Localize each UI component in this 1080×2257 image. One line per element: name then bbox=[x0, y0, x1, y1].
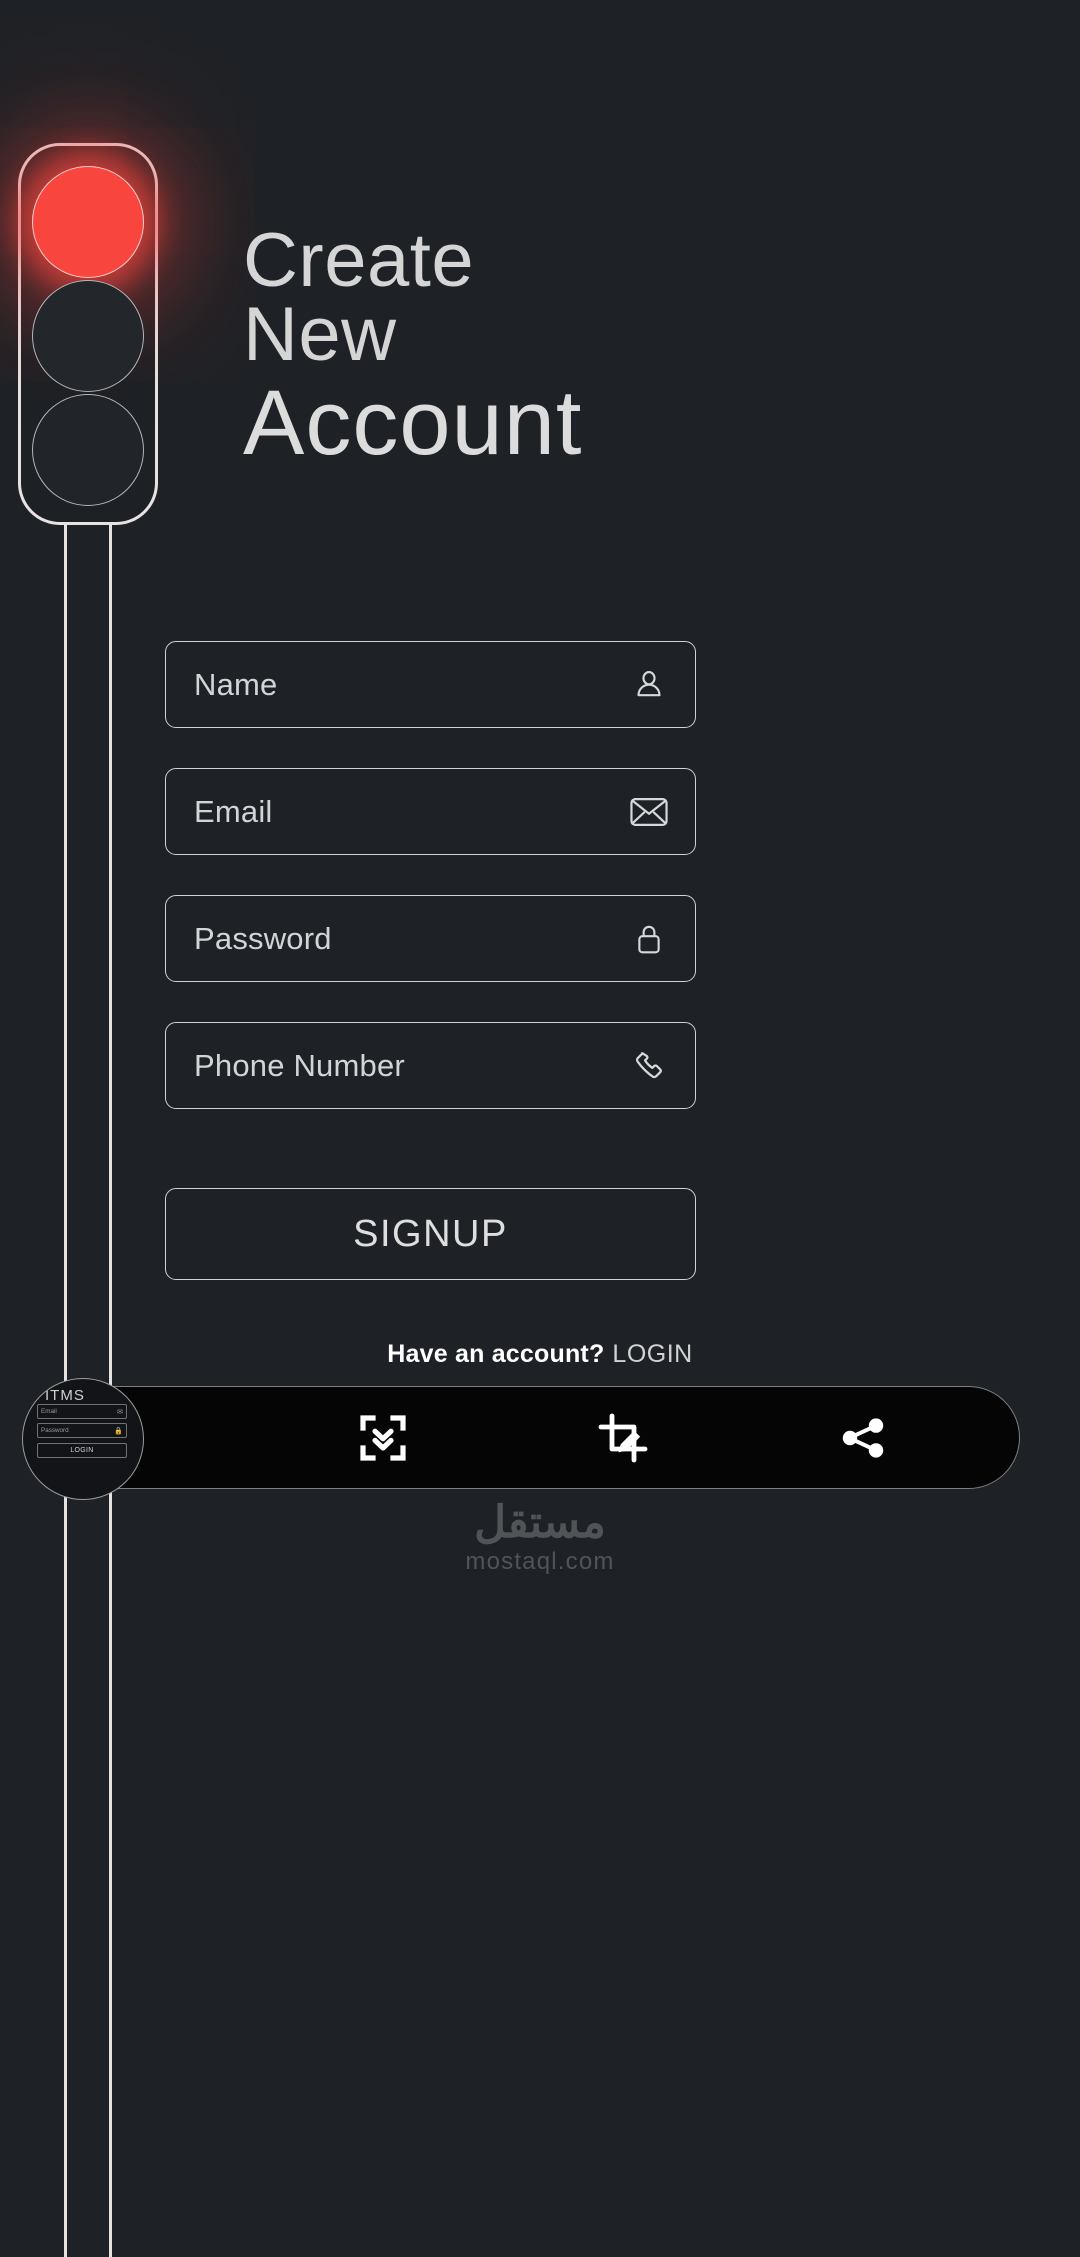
watermark-arabic-text: مستقل bbox=[474, 1498, 606, 1547]
page-title-line-1: Create bbox=[243, 218, 475, 303]
phone-number-field-label: Phone Number bbox=[194, 1047, 405, 1083]
thumbnail-login-button: LOGIN bbox=[37, 1443, 127, 1458]
watermark-latin-text: mostaql.com bbox=[465, 1548, 615, 1576]
bottom-toolbar bbox=[62, 1386, 1020, 1489]
traffic-light-lamp-green bbox=[32, 394, 144, 506]
phone-number-field[interactable]: Phone Number bbox=[165, 1022, 696, 1109]
thumbnail-password-field: Password 🔒 bbox=[37, 1423, 127, 1438]
page-title-line-2: New bbox=[243, 291, 397, 377]
login-link[interactable]: LOGIN bbox=[612, 1340, 692, 1368]
thumbnail-email-field: Email ✉ bbox=[37, 1404, 127, 1419]
thumbnail-app-title: ITMS bbox=[45, 1387, 85, 1404]
share-icon[interactable] bbox=[835, 1410, 891, 1466]
page-title-line-3: Account bbox=[243, 372, 583, 475]
signup-form: Name Email Password Phone Number bbox=[165, 641, 696, 1149]
envelope-icon: ✉ bbox=[117, 1408, 123, 1416]
envelope-icon bbox=[629, 792, 669, 832]
password-field[interactable]: Password bbox=[165, 895, 696, 982]
thumbnail-mini-login-screen: ITMS Email ✉ Password 🔒 LOGIN bbox=[23, 1379, 143, 1499]
login-prompt-question: Have an account? bbox=[387, 1340, 605, 1368]
thumbnail-email-label: Email bbox=[41, 1408, 57, 1415]
name-field[interactable]: Name bbox=[165, 641, 696, 728]
email-field-label: Email bbox=[194, 793, 273, 829]
signup-button[interactable]: SIGNUP bbox=[165, 1188, 696, 1280]
signup-screen: Create New Account Name Email Password P… bbox=[0, 0, 1080, 2257]
traffic-light-lamp-red bbox=[32, 166, 144, 278]
crop-edit-icon[interactable] bbox=[595, 1410, 651, 1466]
email-field[interactable]: Email bbox=[165, 768, 696, 855]
traffic-light-lamp-amber bbox=[32, 280, 144, 392]
person-icon bbox=[629, 665, 669, 705]
name-field-label: Name bbox=[194, 666, 278, 702]
bottom-toolbar-icons bbox=[263, 1387, 1019, 1488]
thumbnail-password-label: Password bbox=[41, 1427, 69, 1434]
lock-icon bbox=[629, 919, 669, 959]
lock-icon: 🔒 bbox=[114, 1427, 123, 1435]
page-title: Create New Account bbox=[243, 218, 863, 475]
phone-icon bbox=[629, 1046, 669, 1086]
screen-thumbnail-preview[interactable]: ITMS Email ✉ Password 🔒 LOGIN bbox=[22, 1378, 144, 1500]
traffic-light-housing bbox=[18, 143, 158, 525]
login-prompt: Have an account? LOGIN bbox=[0, 1340, 1080, 1369]
mostaql-watermark: مستقل mostaql.com bbox=[0, 1498, 1080, 1576]
fit-to-screen-icon[interactable] bbox=[355, 1410, 411, 1466]
password-field-label: Password bbox=[194, 920, 332, 956]
